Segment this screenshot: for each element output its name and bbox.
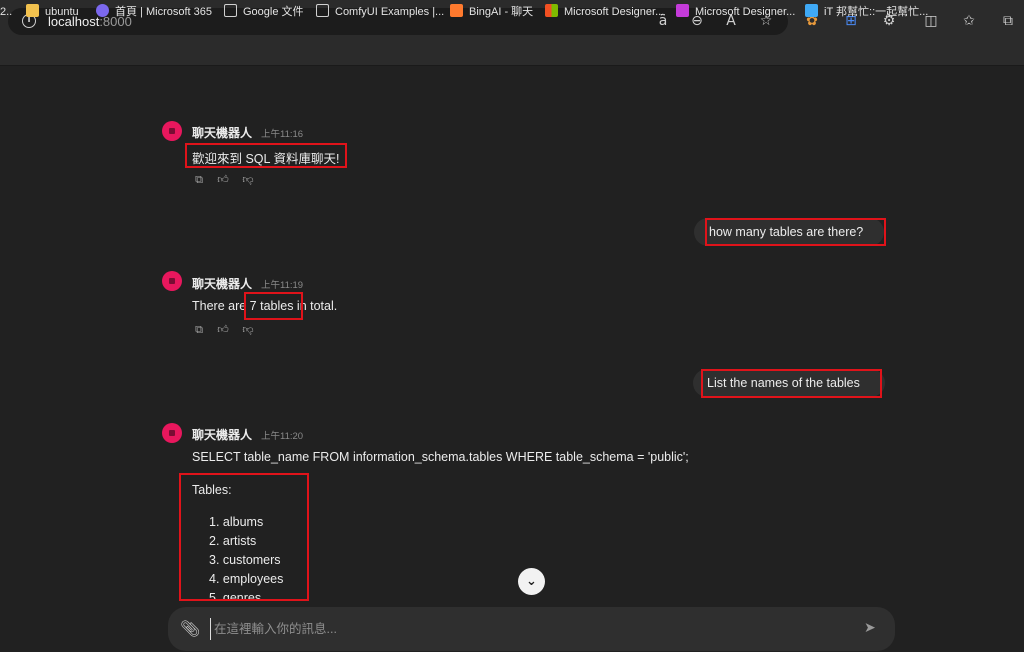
bing-icon [450, 4, 463, 17]
bot-name: 聊天機器人 [192, 277, 253, 291]
m365-logo-icon [96, 4, 109, 17]
user-message: List the names of the tables [693, 369, 885, 397]
list-item: 2. artists [209, 534, 257, 548]
message-input[interactable] [210, 618, 850, 640]
bookmark-m365[interactable]: 首頁 | Microsoft 365 [96, 4, 212, 20]
list-item: 5. genres [209, 591, 262, 601]
bot-message: 歡迎來到 SQL 資料庫聊天! [192, 152, 340, 166]
scroll-to-bottom-button[interactable]: ⌄ [518, 568, 545, 595]
send-icon[interactable]: ➤ [864, 620, 882, 638]
list-item: 4. employees [209, 572, 284, 586]
collections-icon[interactable]: ⧉ [999, 12, 1017, 30]
doc-icon [316, 4, 329, 17]
bookmark-google-docs[interactable]: Google 文件 [224, 4, 304, 20]
user-message: how many tables are there? [694, 218, 884, 246]
copy-icon[interactable]: ⧉ [192, 173, 206, 187]
tables-result-box: Tables: 1. albums 2. artists 3. customer… [179, 473, 309, 601]
ms-logo-icon [545, 4, 558, 17]
chevron-down-icon: ⌄ [526, 574, 537, 589]
bot-message: There are 7 tables in total. [192, 299, 338, 313]
bookmark-bingai[interactable]: BingAI - 聊天 [450, 4, 533, 20]
thumbs-up-icon[interactable]: 👍︎ [216, 173, 230, 187]
it-logo-icon [805, 4, 818, 17]
message-time: 上午11:16 [261, 129, 304, 140]
bookmarks-bar [0, 42, 1024, 66]
list-item: 3. customers [209, 553, 281, 567]
folder-icon [26, 4, 39, 17]
tables-title: Tables: [192, 483, 232, 497]
thumbs-down-icon[interactable]: 👎︎ [241, 173, 255, 187]
tables-list: 1. albums 2. artists 3. customers 4. emp… [209, 513, 284, 601]
designer-logo-icon [676, 4, 689, 17]
bookmark-comfyui[interactable]: ComfyUI Examples |... [316, 4, 444, 20]
bookmark-ubuntu[interactable]: ubuntu [26, 4, 79, 20]
bookmark-item[interactable]: 2.. [0, 4, 12, 20]
list-item: 1. albums [209, 515, 264, 529]
bot-avatar [162, 271, 182, 291]
bot-name: 聊天機器人 [192, 126, 253, 140]
bot-avatar [162, 423, 182, 443]
bookmark-ithome[interactable]: iT 邦幫忙::一起幫忙... [805, 4, 928, 20]
bot-message-sql: SELECT table_name FROM information_schem… [192, 450, 689, 464]
thumbs-up-icon[interactable]: 👍︎ [216, 323, 230, 337]
doc-icon [224, 4, 237, 17]
favorites-list-icon[interactable]: ✩ [960, 12, 978, 30]
bookmark-ms-designer-1[interactable]: Microsoft Designer... [545, 4, 664, 20]
bot-name: 聊天機器人 [192, 428, 253, 442]
copy-icon[interactable]: ⧉ [192, 323, 206, 337]
attach-paperclip-icon[interactable]: 📎︎ [180, 619, 200, 639]
bot-avatar [162, 121, 182, 141]
message-time: 上午11:20 [261, 431, 304, 442]
message-time: 上午11:19 [261, 280, 304, 291]
thumbs-down-icon[interactable]: 👎︎ [241, 323, 255, 337]
bookmark-ms-designer-2[interactable]: Microsoft Designer... [676, 4, 795, 20]
